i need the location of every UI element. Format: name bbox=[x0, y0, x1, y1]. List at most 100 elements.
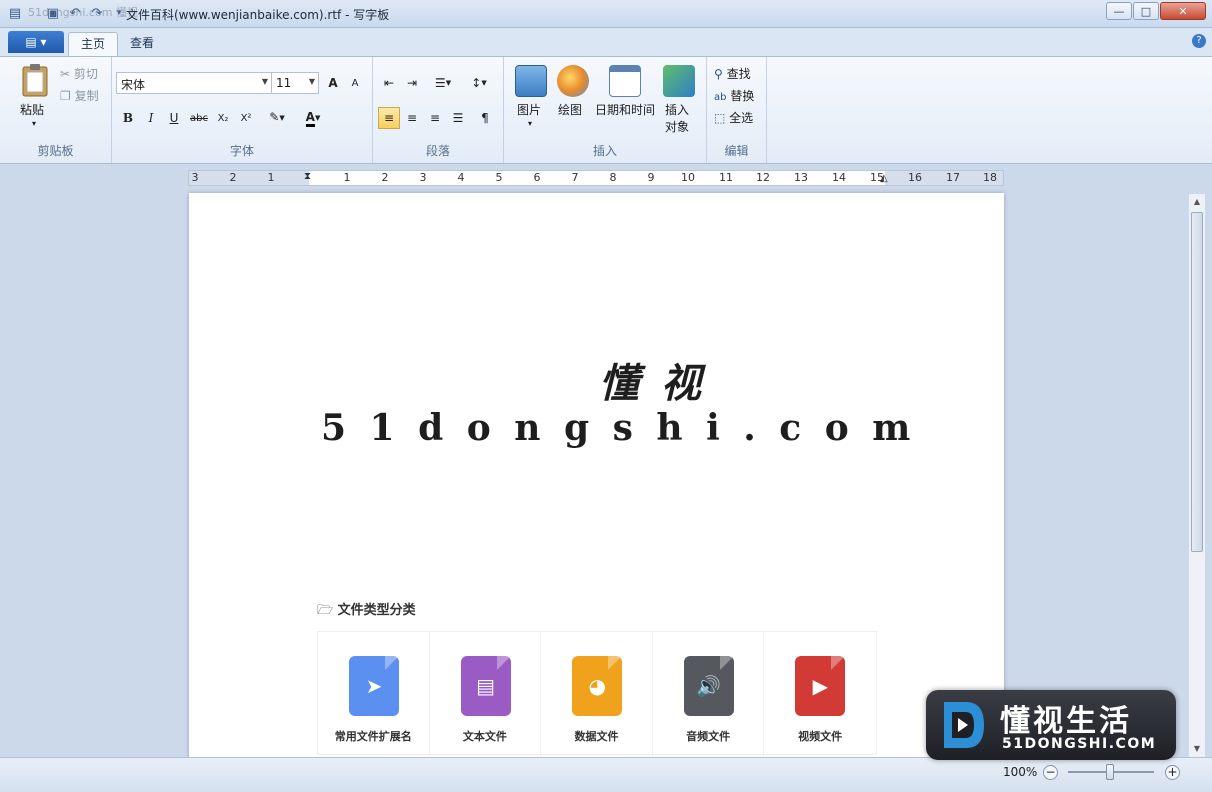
vertical-scrollbar[interactable]: ▲ ▼ bbox=[1188, 194, 1205, 757]
strikethrough-button[interactable]: abc bbox=[188, 107, 210, 129]
decrease-indent-button[interactable]: ⇤ bbox=[378, 72, 400, 94]
right-indent-marker-icon[interactable]: ◭ bbox=[880, 173, 888, 184]
file-type-card[interactable]: ▶ 视频文件 bbox=[764, 632, 876, 756]
tab-view[interactable]: 查看 bbox=[118, 32, 166, 56]
bold-button[interactable]: B bbox=[117, 107, 139, 129]
ruler-label: 13 bbox=[794, 171, 808, 184]
card-label: 数据文件 bbox=[574, 730, 619, 743]
status-bar: 100% − + bbox=[0, 757, 1212, 792]
insert-picture-label: 图片 bbox=[517, 103, 542, 117]
insert-group: 图片 ▾ 绘图 日期和时间 插入 对象 插入 bbox=[504, 57, 707, 163]
ruler-label: 3 bbox=[191, 171, 199, 184]
find-button[interactable]: ⚲ 查找 bbox=[714, 65, 751, 82]
scroll-thumb[interactable] bbox=[1191, 212, 1203, 552]
file-type-card[interactable]: ◕ 数据文件 bbox=[541, 632, 653, 756]
replace-button[interactable]: ab 替换 bbox=[714, 87, 754, 104]
ruler-label: 16 bbox=[908, 171, 922, 184]
chevron-down-icon: ▼ bbox=[481, 79, 487, 87]
underline-button[interactable]: U bbox=[163, 107, 185, 129]
tab-home[interactable]: 主页 bbox=[68, 32, 119, 56]
maximize-button[interactable]: □ bbox=[1133, 2, 1159, 20]
close-button[interactable]: ✕ bbox=[1160, 2, 1206, 20]
insert-datetime-button[interactable]: 日期和时间 bbox=[595, 65, 657, 117]
chevron-down-icon: ▾ bbox=[528, 119, 533, 128]
clipboard-icon bbox=[22, 64, 48, 97]
ruler-label: 8 bbox=[609, 171, 617, 184]
ruler-label: 4 bbox=[457, 171, 465, 184]
select-all-button[interactable]: ⬚ 全选 bbox=[714, 109, 753, 126]
align-right-icon: ≡ bbox=[429, 111, 441, 125]
brand-name-cn: 懂视生活 bbox=[1000, 704, 1132, 739]
file-type-card[interactable]: ➤ 常用文件扩展名 bbox=[318, 632, 430, 756]
justify-button[interactable]: ☰ bbox=[447, 107, 469, 129]
align-center-button[interactable]: ≡ bbox=[401, 107, 423, 129]
zoom-out-button[interactable]: − bbox=[1043, 765, 1058, 780]
ruler-label: 17 bbox=[946, 171, 960, 184]
paragraph-group-label: 段落 bbox=[425, 144, 450, 158]
minimize-button[interactable]: — bbox=[1106, 2, 1132, 20]
zoom-slider-thumb[interactable] bbox=[1106, 764, 1114, 780]
scroll-up-icon[interactable]: ▲ bbox=[1189, 194, 1205, 210]
ruler-label: 6 bbox=[533, 171, 541, 184]
align-right-button[interactable]: ≡ bbox=[424, 107, 446, 129]
insert-object-label-2: 对象 bbox=[665, 120, 690, 134]
file-type-card[interactable]: 🔊 音频文件 bbox=[653, 632, 765, 756]
ruler-label: 9 bbox=[647, 171, 655, 184]
category-heading-text: 文件类型分类 bbox=[337, 603, 416, 618]
file-type-card[interactable]: ▤ 文本文件 bbox=[430, 632, 542, 756]
justify-icon: ☰ bbox=[452, 111, 464, 125]
logo-domain-text: 51dongshi.com bbox=[321, 407, 934, 449]
highlight-color-button[interactable]: ✎ ▼ bbox=[260, 107, 294, 129]
increase-indent-button[interactable]: ⇥ bbox=[401, 72, 423, 94]
text-color-button[interactable]: A ▼ bbox=[296, 107, 330, 129]
font-group: 宋体 ▼ 11 ▼ A A B I U abc X₂ X² ✎ ▼ A ▼ 字体 bbox=[112, 57, 373, 163]
picture-icon bbox=[515, 65, 547, 97]
application-menu-button[interactable]: ▤ ▾ bbox=[8, 31, 64, 53]
help-icon[interactable]: ? bbox=[1192, 34, 1206, 48]
document-page[interactable]: 懂视 51dongshi.com 🗁 文件类型分类 ➤ 常用文件扩展名 ▤ 文本… bbox=[189, 193, 1004, 757]
insert-object-label-1: 插入 bbox=[665, 103, 690, 117]
copy-label: 复制 bbox=[74, 89, 99, 103]
font-family-select[interactable]: 宋体 ▼ bbox=[116, 72, 272, 94]
paragraph-settings-button[interactable]: ¶ bbox=[474, 107, 496, 129]
paste-button[interactable]: 粘贴 ▾ bbox=[14, 63, 54, 133]
ruler[interactable]: 3 2 1 1 2 3 4 5 6 7 8 9 10 11 12 13 14 1… bbox=[188, 170, 1004, 186]
insert-object-button[interactable]: 插入 对象 bbox=[662, 65, 696, 135]
paste-label: 粘贴 bbox=[20, 103, 45, 117]
category-heading: 🗁 文件类型分类 bbox=[317, 599, 416, 623]
italic-button[interactable]: I bbox=[140, 107, 162, 129]
ruler-label: 1 bbox=[343, 171, 351, 184]
chevron-down-icon: ▼ bbox=[314, 114, 321, 122]
align-left-button[interactable]: ≡ bbox=[378, 107, 400, 129]
select-all-icon: ⬚ bbox=[714, 111, 726, 125]
ruler-label: 5 bbox=[495, 171, 503, 184]
line-spacing-button[interactable]: ↕ ▼ bbox=[464, 72, 494, 94]
indent-marker-icon[interactable]: ⧗ bbox=[304, 171, 311, 182]
grow-font-button[interactable]: A bbox=[322, 72, 344, 94]
insert-datetime-label: 日期和时间 bbox=[595, 103, 656, 117]
ruler-label: 2 bbox=[381, 171, 389, 184]
subscript-button[interactable]: X₂ bbox=[212, 107, 234, 129]
editing-group-label: 编辑 bbox=[724, 144, 749, 158]
ruler-label: 14 bbox=[832, 171, 846, 184]
paint-drawing-button[interactable]: 绘图 bbox=[556, 65, 590, 117]
copy-button[interactable]: ❐ 复制 bbox=[60, 87, 99, 104]
bullet-list-button[interactable]: ☰ ▼ bbox=[426, 72, 460, 94]
ribbon: 粘贴 ▾ ✂ 剪切 ❐ 复制 剪贴板 宋体 ▼ 11 ▼ A A B I U a… bbox=[0, 56, 1212, 164]
ribbon-tab-bar: ▤ ▾ 主页 查看 ? bbox=[0, 28, 1212, 56]
cut-button[interactable]: ✂ 剪切 bbox=[60, 65, 98, 82]
font-size-select[interactable]: 11 ▼ bbox=[271, 72, 319, 94]
card-label: 常用文件扩展名 bbox=[334, 730, 412, 743]
document-icon: ▤ bbox=[460, 656, 511, 716]
chevron-down-icon: ▼ bbox=[261, 77, 268, 86]
zoom-in-button[interactable]: + bbox=[1165, 765, 1180, 780]
window-controls: — □ ✕ bbox=[1105, 2, 1206, 20]
wordpad-app-icon[interactable]: ▤ bbox=[6, 4, 24, 22]
superscript-button[interactable]: X² bbox=[235, 107, 257, 129]
card-label: 音频文件 bbox=[686, 730, 731, 743]
ruler-label: 7 bbox=[571, 171, 579, 184]
scroll-down-icon[interactable]: ▼ bbox=[1189, 741, 1205, 757]
menu-icon: ▤ ▾ bbox=[25, 35, 47, 49]
shrink-font-button[interactable]: A bbox=[344, 72, 366, 94]
insert-picture-button[interactable]: 图片 ▾ bbox=[514, 65, 548, 135]
